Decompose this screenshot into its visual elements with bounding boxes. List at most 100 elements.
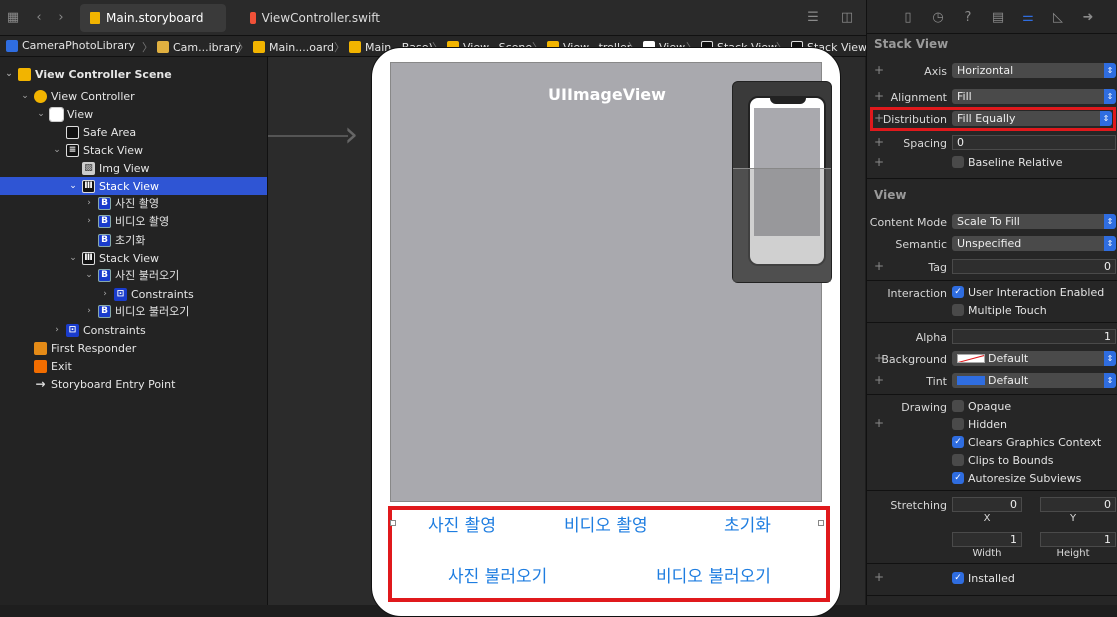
record-video-button[interactable]: 비디오 촬영 — [564, 511, 648, 536]
outline-row[interactable]: › ⊡ Constraints — [0, 285, 267, 303]
stretching-label: Stretching — [890, 499, 947, 512]
multiple-touch-checkbox[interactable] — [952, 304, 964, 316]
opaque-checkbox[interactable] — [952, 400, 964, 412]
hidden-checkbox[interactable] — [952, 418, 964, 430]
safe-area-icon — [66, 125, 79, 139]
content-mode-popup[interactable]: Scale To Fill ⇕ — [952, 214, 1116, 229]
breadcrumb-item[interactable]: 〉 Cam...ibrary — [138, 39, 241, 55]
semantic-popup[interactable]: Unspecified ⇕ — [952, 236, 1116, 251]
resize-handle[interactable] — [818, 520, 824, 526]
tag-field[interactable]: 0 — [952, 259, 1116, 274]
spacing-label: Spacing — [903, 137, 947, 150]
history-inspector-icon[interactable]: ◷ — [929, 9, 947, 27]
clips-to-bounds-checkbox[interactable] — [952, 454, 964, 466]
canvas-minimap[interactable] — [732, 81, 832, 283]
installed-checkbox[interactable]: ✓ — [952, 572, 964, 584]
stretch-height-field[interactable]: 1 — [1040, 532, 1116, 547]
outline-row[interactable]: ▨ Img View — [0, 159, 267, 177]
outline-row[interactable]: ⌄ ≡ Stack View — [0, 141, 267, 159]
autoresize-checkbox[interactable]: ✓ — [952, 472, 964, 484]
chevron-right-icon[interactable]: › — [84, 216, 94, 226]
size-inspector-icon[interactable]: ◺ — [1049, 9, 1067, 27]
chevron-down-icon[interactable]: ⌄ — [52, 145, 62, 155]
tab-main-storyboard[interactable]: Main.storyboard — [80, 4, 226, 32]
stretch-width-field[interactable]: 1 — [952, 532, 1022, 547]
outline-row[interactable]: B 초기화 — [0, 231, 267, 249]
chevron-down-icon[interactable]: ⌄ — [68, 181, 78, 191]
alpha-field[interactable]: 1 — [952, 329, 1116, 344]
editor-options-icon[interactable]: ☰ — [804, 9, 822, 27]
height-caption: Height — [1056, 548, 1090, 559]
forward-icon[interactable]: › — [52, 9, 70, 27]
user-interaction-checkbox[interactable]: ✓ — [952, 286, 964, 298]
chevron-right-icon[interactable]: › — [100, 289, 110, 299]
minimap-viewport[interactable] — [733, 168, 831, 282]
outline-row-selected[interactable]: ⌄ Ⅲ Stack View — [0, 177, 267, 195]
alignment-popup[interactable]: Fill ⇕ — [952, 89, 1116, 104]
axis-popup[interactable]: Horizontal ⇕ — [952, 63, 1116, 78]
breadcrumb-item[interactable]: 〉 Main....oard — [234, 39, 334, 55]
add-variation-icon[interactable]: + — [874, 570, 884, 584]
outline-row[interactable]: ⌄ View Controller — [0, 87, 267, 105]
project-icon — [6, 39, 18, 52]
tab-viewcontroller-swift[interactable]: ViewController.swift — [240, 4, 390, 32]
tint-popup[interactable]: Default ⇕ — [952, 373, 1116, 388]
width-caption: Width — [972, 548, 1002, 559]
chevron-down-icon[interactable]: ⌄ — [84, 270, 94, 280]
outline-row[interactable]: Safe Area — [0, 123, 267, 141]
chevron-right-icon[interactable]: › — [84, 306, 94, 316]
outline-row[interactable]: › B 비디오 촬영 — [0, 212, 267, 230]
outline-row[interactable]: ⌄ View Controller Scene — [0, 65, 267, 83]
installed-label: Installed — [968, 572, 1015, 585]
chevron-right-icon[interactable]: › — [52, 325, 62, 335]
spacing-field[interactable]: 0 — [952, 135, 1116, 150]
outline-row[interactable]: › ⊡ Constraints — [0, 321, 267, 339]
tint-swatch — [957, 376, 985, 385]
take-photo-button[interactable]: 사진 촬영 — [428, 511, 496, 536]
outline-row[interactable]: Exit — [0, 357, 267, 375]
file-inspector-icon[interactable]: ▯ — [899, 9, 917, 27]
chevron-right-icon[interactable]: › — [84, 198, 94, 208]
add-variation-icon[interactable]: + — [874, 416, 884, 430]
attributes-inspector-icon[interactable]: ⚌ — [1019, 9, 1037, 27]
distribution-popup[interactable]: Fill Equally ⇕ — [952, 111, 1112, 126]
outline-row[interactable]: First Responder — [0, 339, 267, 357]
background-popup[interactable]: Default ⇕ — [952, 351, 1116, 366]
add-variation-icon[interactable]: + — [874, 155, 884, 169]
chevron-down-icon[interactable]: ⌄ — [20, 91, 30, 101]
connections-inspector-icon[interactable]: ➜ — [1079, 9, 1097, 27]
content-mode-label: Content Mode — [869, 216, 947, 229]
drawing-label: Drawing — [901, 401, 947, 414]
grid-icon[interactable]: ▦ — [4, 9, 22, 27]
baseline-relative-checkbox[interactable] — [952, 156, 964, 168]
chevron-updown-icon: ⇕ — [1104, 214, 1116, 229]
outline-row[interactable]: › B 사진 촬영 — [0, 194, 267, 212]
chevron-down-icon[interactable]: ⌄ — [36, 109, 46, 119]
chevron-down-icon[interactable]: ⌄ — [68, 253, 78, 263]
outline-row[interactable]: › B 비디오 불러오기 — [0, 302, 267, 320]
reset-button[interactable]: 초기화 — [724, 511, 771, 536]
load-video-button[interactable]: 비디오 불러오기 — [656, 562, 771, 587]
field-value: 0 — [1104, 260, 1111, 273]
back-icon[interactable]: ‹ — [30, 9, 48, 27]
resize-handle[interactable] — [390, 520, 396, 526]
outline-row[interactable]: ⌄ View — [0, 105, 267, 123]
storyboard-canvas[interactable]: › UIImageView 사진 촬영 비디오 촬영 초기화 사진 불러오기 비… — [268, 47, 865, 617]
stretch-y-field[interactable]: 0 — [1040, 497, 1116, 512]
outline-label: Stack View — [99, 179, 160, 193]
identity-inspector-icon[interactable]: ▤ — [989, 9, 1007, 27]
outline-row[interactable]: ⌄ Ⅲ Stack View — [0, 249, 267, 267]
button-icon: B — [98, 214, 111, 228]
help-inspector-icon[interactable]: ? — [959, 9, 977, 27]
divider — [867, 394, 1117, 395]
clears-context-checkbox[interactable]: ✓ — [952, 436, 964, 448]
outline-row[interactable]: → Storyboard Entry Point — [0, 375, 267, 393]
breadcrumb-item[interactable]: CameraPhotoLibrary — [6, 39, 135, 52]
chevron-down-icon[interactable]: ⌄ — [4, 69, 14, 79]
split-editor-icon[interactable]: ◫ — [838, 9, 856, 27]
notch — [770, 96, 806, 104]
stretch-x-field[interactable]: 0 — [952, 497, 1022, 512]
outline-label: First Responder — [51, 341, 137, 355]
load-photo-button[interactable]: 사진 불러오기 — [448, 562, 547, 587]
outline-row[interactable]: ⌄ B 사진 불러오기 — [0, 266, 267, 284]
